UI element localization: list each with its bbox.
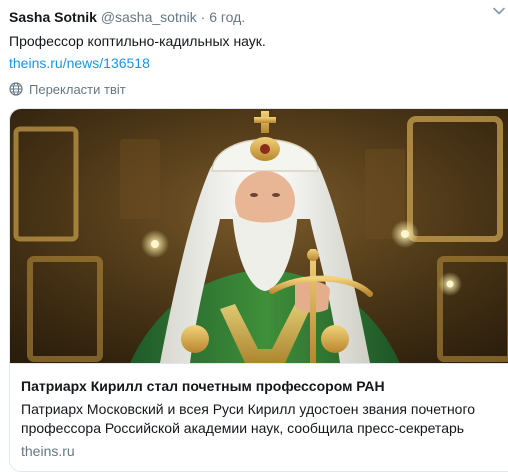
- card-body[interactable]: Патриарх Кирилл стал почетным профессоро…: [10, 363, 508, 471]
- translate-button[interactable]: Перекласти твіт: [9, 80, 126, 98]
- author-handle[interactable]: @sasha_sotnik: [101, 9, 197, 25]
- globe-icon: [9, 82, 23, 96]
- author-name[interactable]: Sasha Sotnik: [9, 9, 97, 25]
- tweet-text: Профессор коптильно-кадильных наук.: [9, 33, 266, 49]
- separator-dot: ·: [200, 9, 206, 25]
- card-image[interactable]: [10, 109, 508, 363]
- card-title: Патриарх Кирилл стал почетным профессоро…: [21, 378, 385, 394]
- card-description: Патриарх Московский и всея Руси Кирилл у…: [21, 401, 476, 436]
- tweet-link[interactable]: theins.ru/news/136518: [9, 53, 150, 73]
- chevron-down-icon[interactable]: [492, 4, 506, 18]
- tweet-timestamp[interactable]: 6 год.: [209, 9, 245, 25]
- translate-label: Перекласти твіт: [29, 81, 126, 97]
- link-preview-card[interactable]: Патриарх Кирилл стал почетным профессоро…: [9, 108, 508, 472]
- tweet-header: Sasha Sotnik @sasha_sotnik · 6 год.: [9, 7, 498, 27]
- card-domain: theins.ru: [21, 443, 75, 459]
